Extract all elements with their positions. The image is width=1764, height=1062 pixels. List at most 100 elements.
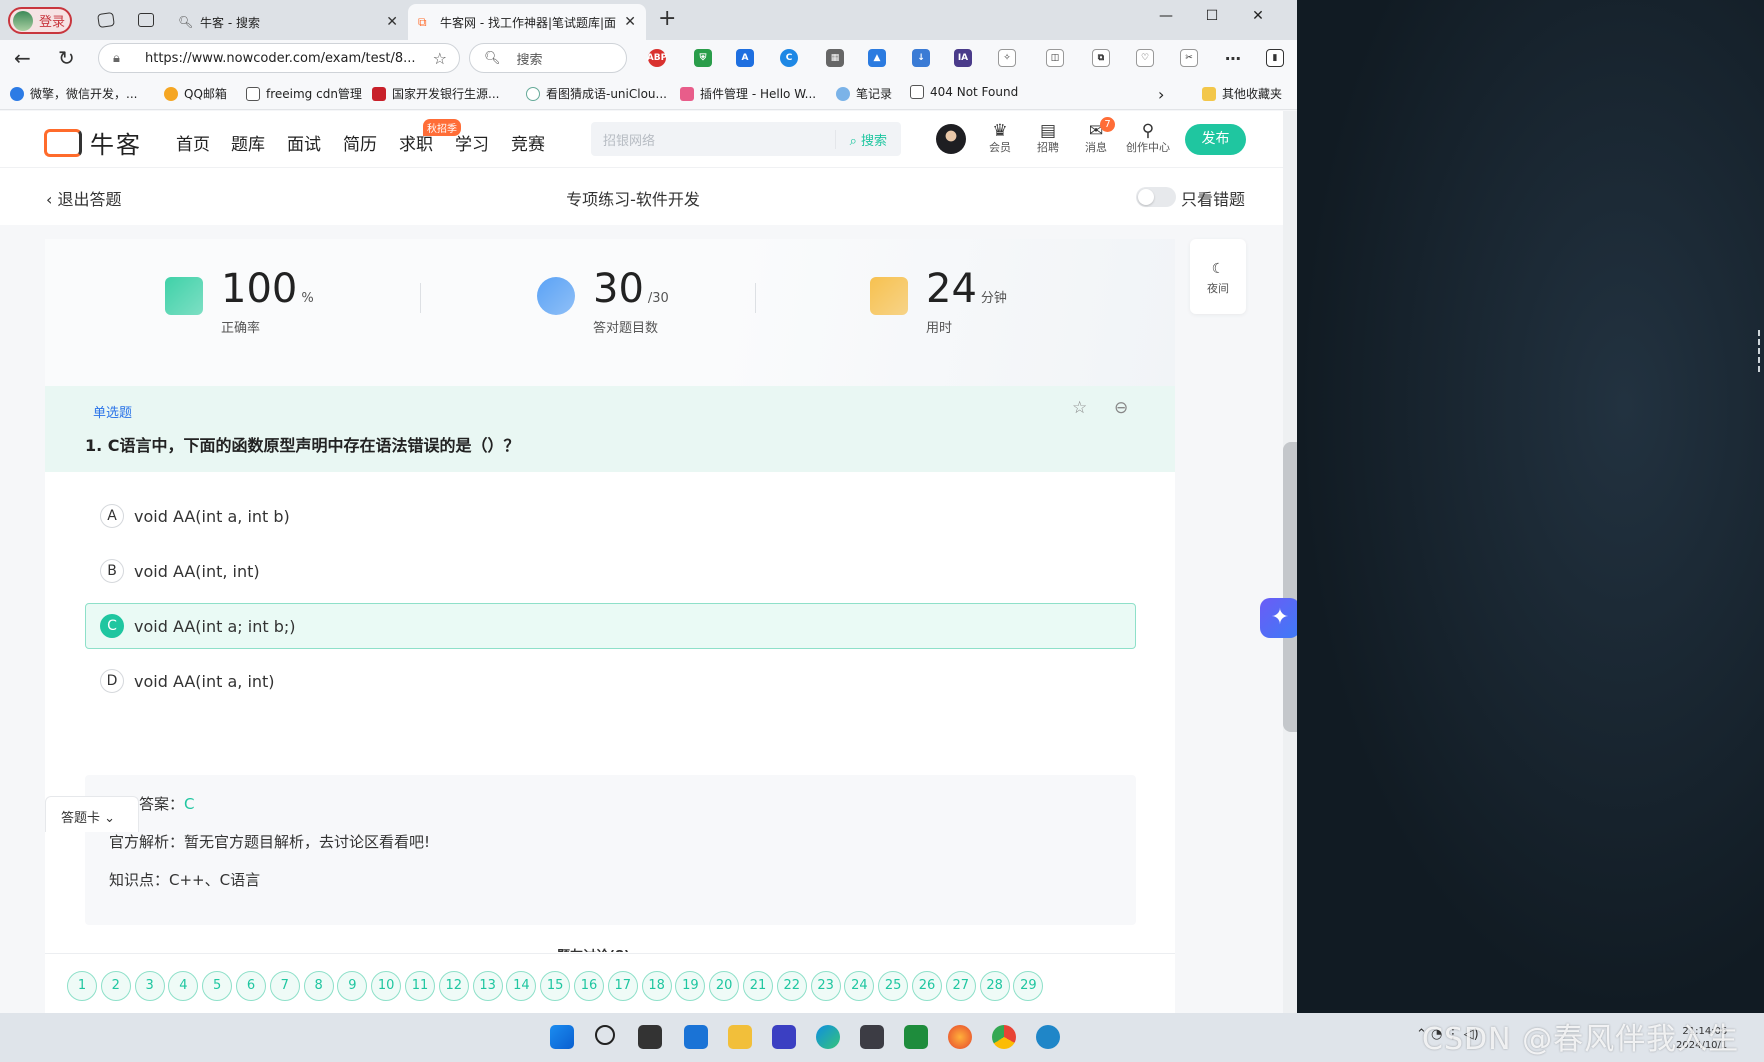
- scrollbar-thumb[interactable]: [1283, 442, 1297, 732]
- answer-sheet-number[interactable]: 16: [574, 971, 604, 1001]
- extensions-puzzle-icon[interactable]: ✧: [998, 49, 1016, 67]
- capture-extension-icon[interactable]: C: [780, 49, 798, 67]
- performance-icon[interactable]: ♡: [1136, 49, 1154, 67]
- favorite-star-icon[interactable]: ☆: [1072, 398, 1087, 418]
- option-a[interactable]: A void AA(int a, int b): [85, 493, 1136, 539]
- back-icon[interactable]: ←: [14, 46, 31, 70]
- collections-icon[interactable]: [97, 11, 115, 29]
- maximize-icon[interactable]: ☐: [1202, 8, 1222, 24]
- search-icon[interactable]: [595, 1025, 615, 1045]
- answer-sheet-number[interactable]: 20: [709, 971, 740, 1001]
- answer-sheet-number[interactable]: 25: [878, 971, 909, 1001]
- translate-extension-icon[interactable]: A: [736, 49, 754, 67]
- site-search-input[interactable]: 招银网络: [591, 130, 835, 149]
- answer-sheet-number[interactable]: 6: [236, 971, 266, 1001]
- nav-interview[interactable]: 面试: [287, 130, 321, 155]
- site-search-button[interactable]: ⌕ 搜索: [834, 129, 901, 149]
- discussion-heading[interactable]: 题友讨论(8): [557, 945, 630, 952]
- task-view-icon[interactable]: [638, 1025, 662, 1049]
- answer-sheet-number[interactable]: 26: [912, 971, 942, 1001]
- remove-circle-icon[interactable]: ⊖: [1114, 398, 1128, 418]
- answer-sheet-number[interactable]: 18: [641, 971, 672, 1001]
- browser-search-box[interactable]: 🔍︎ 搜索: [469, 43, 627, 73]
- header-vip[interactable]: ♛ 会员: [980, 121, 1020, 155]
- publish-button[interactable]: 发布: [1185, 124, 1246, 155]
- adblock-extension-icon[interactable]: ABP: [647, 49, 667, 67]
- favorite-star-icon[interactable]: ☆: [433, 49, 447, 68]
- answer-sheet-toggle[interactable]: 答题卡 ⌄: [45, 796, 139, 832]
- answer-sheet-number[interactable]: 11: [405, 971, 435, 1001]
- minimize-icon[interactable]: —: [1156, 8, 1176, 24]
- night-mode-button[interactable]: ☾ 夜间: [1190, 239, 1246, 314]
- edge-icon[interactable]: [816, 1025, 840, 1049]
- answer-sheet-number[interactable]: 17: [607, 971, 638, 1001]
- vscode-style-icon[interactable]: [1036, 1025, 1060, 1049]
- user-avatar[interactable]: [936, 124, 966, 154]
- bookmark-item[interactable]: 看图猜成语-uniClou...: [526, 85, 667, 102]
- nav-learning[interactable]: 学习: [455, 130, 489, 155]
- answer-sheet-number[interactable]: 12: [438, 971, 469, 1001]
- profile-login-button[interactable]: 登录: [8, 7, 72, 34]
- answer-sheet-number[interactable]: 8: [303, 971, 334, 1001]
- other-bookmarks[interactable]: 其他收藏夹: [1202, 85, 1282, 102]
- nav-resume[interactable]: 简历: [343, 130, 377, 155]
- ai-assistant-icon[interactable]: ✦: [1260, 598, 1297, 638]
- collections-icon[interactable]: ⧉: [1092, 49, 1110, 67]
- close-tab-icon[interactable]: ✕: [386, 14, 398, 30]
- chrome-icon[interactable]: [992, 1025, 1016, 1049]
- screenshot-icon[interactable]: ✂: [1180, 49, 1198, 67]
- unity-icon[interactable]: [860, 1025, 884, 1049]
- answer-sheet-number[interactable]: 15: [540, 971, 571, 1001]
- bookmark-item[interactable]: 微擎，微信开发，...: [10, 85, 137, 102]
- bookmark-item[interactable]: freeimg cdn管理: [246, 85, 362, 102]
- bookmark-item[interactable]: QQ邮箱: [164, 85, 227, 102]
- new-tab-icon[interactable]: +: [658, 6, 676, 31]
- qr-extension-icon[interactable]: ▦: [826, 49, 844, 67]
- nowcoder-logo[interactable]: 牛客: [44, 125, 142, 160]
- sidebar-icon[interactable]: ▮: [1266, 49, 1284, 67]
- editor-icon[interactable]: [772, 1025, 796, 1049]
- xbox-icon[interactable]: [904, 1025, 928, 1049]
- url-bar[interactable]: 🔒︎ https://www.nowcoder.com/exam/test/8.…: [98, 43, 460, 73]
- start-icon[interactable]: [550, 1025, 574, 1049]
- mountain-extension-icon[interactable]: ▲: [868, 49, 886, 67]
- answer-sheet-number[interactable]: 7: [269, 971, 300, 1001]
- answer-sheet-number[interactable]: 3: [134, 971, 165, 1001]
- option-d[interactable]: D void AA(int a, int): [85, 658, 1136, 704]
- option-b[interactable]: B void AA(int, int): [85, 548, 1136, 594]
- vertical-tabs-icon[interactable]: [138, 13, 154, 27]
- answer-sheet-number[interactable]: 13: [472, 971, 503, 1001]
- refresh-icon[interactable]: ↻: [58, 46, 75, 70]
- close-tab-icon[interactable]: ✕: [624, 14, 636, 30]
- firefox-icon[interactable]: [948, 1025, 972, 1049]
- file-explorer-icon[interactable]: [728, 1025, 752, 1049]
- header-recruit[interactable]: ▤ 招聘: [1028, 121, 1068, 155]
- ia-extension-icon[interactable]: IA: [954, 49, 972, 67]
- chevron-right-icon[interactable]: ›: [1158, 85, 1164, 104]
- store-icon[interactable]: [684, 1025, 708, 1049]
- bookmark-item[interactable]: 笔记录: [836, 85, 892, 102]
- answer-sheet-number[interactable]: 10: [371, 971, 402, 1001]
- header-creator[interactable]: ⚲ 创作中心: [1122, 121, 1174, 155]
- answer-sheet-number[interactable]: 23: [810, 971, 841, 1001]
- bookmark-item[interactable]: 国家开发银行生源...: [372, 85, 499, 102]
- answer-sheet-number[interactable]: 22: [776, 971, 807, 1001]
- more-icon[interactable]: ⋯: [1224, 49, 1242, 68]
- bookmark-item[interactable]: 插件管理 - Hello W...: [680, 85, 816, 102]
- download-extension-icon[interactable]: ↓: [912, 49, 930, 67]
- option-c[interactable]: C void AA(int a; int b;): [85, 603, 1136, 649]
- answer-sheet-number[interactable]: 2: [100, 971, 131, 1001]
- answer-sheet-number[interactable]: 5: [202, 971, 233, 1001]
- answer-sheet-number[interactable]: 1: [67, 971, 97, 1001]
- shield-extension-icon[interactable]: ⛨: [694, 49, 712, 67]
- close-window-icon[interactable]: ✕: [1248, 8, 1268, 24]
- tab-nowcoder[interactable]: ⧉ 牛客网 - 找工作神器|笔试题库|面 ✕: [408, 4, 646, 40]
- tab-search[interactable]: 🔍︎ 牛客 - 搜索 ✕: [168, 4, 408, 40]
- nav-contests[interactable]: 竞赛: [511, 130, 545, 155]
- split-screen-icon[interactable]: ◫: [1046, 49, 1064, 67]
- nav-home[interactable]: 首页: [176, 130, 210, 155]
- nav-question-bank[interactable]: 题库: [231, 130, 265, 155]
- bookmark-item[interactable]: 404 Not Found: [910, 85, 1018, 99]
- answer-sheet-number[interactable]: 21: [743, 971, 773, 1001]
- wrong-only-toggle[interactable]: [1136, 187, 1176, 207]
